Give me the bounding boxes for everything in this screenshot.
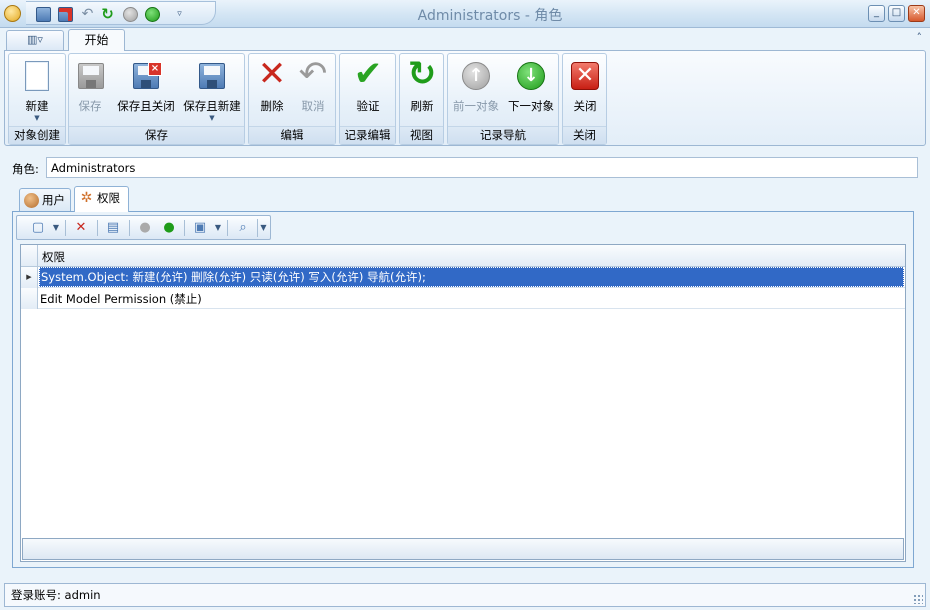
prev-object-button[interactable]: ↑ 前一对象	[451, 58, 501, 126]
tab-permissions[interactable]: ✲ 权限	[74, 186, 129, 212]
delete-button[interactable]: ✕ 删除	[254, 54, 290, 126]
table-row[interactable]: Edit Model Permission (禁止)	[21, 288, 905, 309]
minimize-button[interactable]: _	[868, 5, 885, 22]
group-record-nav: ↑ 前一对象 ↓ 下一对象 记录导航	[447, 53, 559, 145]
save-close-button[interactable]: × 保存且关闭	[115, 58, 177, 126]
column-permission[interactable]: 权限	[42, 249, 65, 265]
tab-users[interactable]: 用户	[19, 188, 71, 212]
qat-save-icon[interactable]	[36, 7, 51, 22]
permissions-grid: 权限 ▶ System.Object: 新建(允许) 删除(允许) 只读(允许)…	[20, 244, 906, 562]
users-icon	[24, 193, 39, 208]
chevron-down-icon: ▼	[34, 114, 40, 122]
delete-x-icon: ✕	[257, 54, 287, 94]
save-close-icon: ×	[133, 62, 162, 89]
group-close: ✕ 关闭 关闭	[562, 53, 607, 145]
group-save: 保存 × 保存且关闭 保存且新建 ▼ 保存	[68, 53, 245, 145]
window-title: Administrators - 角色	[417, 8, 563, 24]
qat-prev-icon[interactable]	[123, 7, 138, 22]
save-grid-icon[interactable]: ▤	[104, 219, 122, 237]
close-x-icon: ✕	[571, 62, 599, 90]
validate-button[interactable]: ✔ 验证	[348, 54, 388, 126]
delete-row-icon[interactable]: ✕	[72, 219, 90, 237]
next-object-button[interactable]: ↓ 下一对象	[506, 58, 556, 126]
undo-icon: ↶	[298, 54, 328, 94]
checkmark-icon: ✔	[353, 54, 383, 94]
save-new-button[interactable]: 保存且新建 ▼	[181, 58, 243, 126]
table-cell[interactable]: Edit Model Permission (禁止)	[40, 291, 202, 307]
close-button[interactable]: ✕ 关闭	[567, 58, 603, 126]
table-cell[interactable]: System.Object: 新建(允许) 删除(允许) 只读(允许) 写入(允…	[39, 267, 904, 287]
status-login: 登录账号: admin	[11, 588, 101, 602]
grid-footer	[22, 538, 904, 560]
qat-refresh-icon[interactable]: ↻	[100, 7, 115, 22]
new-row-icon[interactable]: ▢	[29, 219, 47, 237]
cancel-button[interactable]: ↶ 取消	[295, 54, 331, 126]
new-button[interactable]: 新建 ▼	[13, 58, 61, 126]
row-indicator-icon: ▶	[21, 267, 38, 288]
toolbar-options-chevron-icon[interactable]: ▼	[257, 219, 269, 237]
save-icon	[78, 63, 104, 89]
role-input[interactable]	[46, 157, 918, 178]
title-bar: ↶ ↻ ▿ Administrators - 角色 _ □ ✕	[0, 0, 930, 28]
arrow-down-circle-icon: ↓	[517, 62, 545, 90]
quick-access-toolbar: ↶ ↻ ▿	[26, 1, 216, 25]
move-up-icon[interactable]: ●	[136, 219, 154, 237]
new-dropdown-icon[interactable]: ▼	[47, 219, 65, 237]
collapse-ribbon-icon[interactable]: ˄	[917, 31, 923, 44]
search-icon[interactable]: ⌕	[234, 219, 252, 237]
refresh-icon: ↻	[407, 54, 437, 94]
grid-header: 权限	[21, 245, 905, 267]
group-view: ↻ 刷新 视图	[399, 53, 444, 145]
group-record-edit: ✔ 验证 记录编辑	[339, 53, 396, 145]
status-bar: 登录账号: admin	[4, 583, 926, 607]
save-new-icon	[199, 63, 225, 89]
new-document-icon	[25, 61, 49, 91]
print-icon[interactable]: ▣	[191, 219, 209, 237]
group-create: 新建 ▼ 对象创建	[8, 53, 66, 145]
maximize-button[interactable]: □	[888, 5, 905, 22]
qat-customize-icon[interactable]: ▿	[172, 7, 187, 22]
tab-file-menu[interactable]: ▥▿	[6, 30, 64, 50]
close-window-button[interactable]: ✕	[908, 5, 925, 22]
group-edit: ✕ 删除 ↶ 取消 编辑	[248, 53, 336, 145]
permissions-gear-icon: ✲	[80, 190, 93, 206]
chevron-down-icon: ▼	[209, 114, 215, 122]
move-down-icon[interactable]: ●	[160, 219, 178, 237]
tab-start[interactable]: 开始	[68, 29, 125, 51]
resize-grip-icon[interactable]	[913, 594, 923, 604]
arrow-up-circle-icon: ↑	[462, 62, 490, 90]
print-dropdown-icon[interactable]: ▼	[209, 219, 227, 237]
role-field-row: 角色:	[12, 157, 918, 179]
role-label: 角色:	[12, 162, 39, 176]
table-row[interactable]: ▶ System.Object: 新建(允许) 删除(允许) 只读(允许) 写入…	[21, 267, 905, 288]
refresh-button[interactable]: ↻ 刷新	[404, 54, 440, 126]
qat-save-close-icon[interactable]	[58, 7, 73, 22]
qat-next-icon[interactable]	[145, 7, 160, 22]
grid-toolbar: ▢ ▼ ✕ ▤ ● ● ▣ ▼ ⌕ ▼	[16, 215, 271, 240]
ribbon: 新建 ▼ 对象创建 保存 × 保存且关闭 保存且新建 ▼ 保存 ✕ 删除 ↶ 取…	[4, 50, 926, 146]
save-button[interactable]: 保存	[75, 58, 105, 126]
ribbon-tab-row: ▥▿ 开始 ˄	[0, 28, 930, 51]
app-icon[interactable]	[4, 5, 21, 22]
qat-undo-icon[interactable]: ↶	[80, 7, 95, 22]
